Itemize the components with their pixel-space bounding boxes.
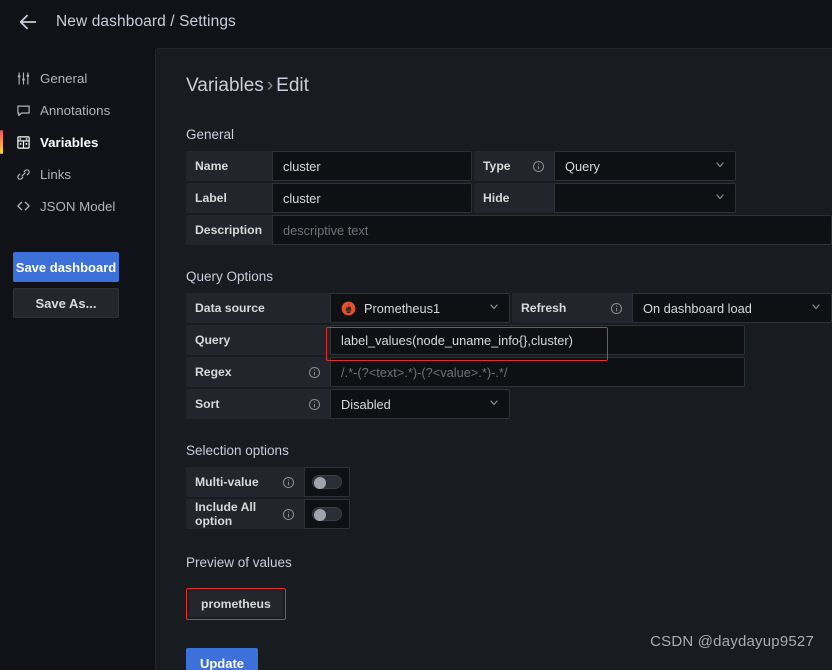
toggle-knob (314, 509, 326, 521)
query-row: Query (186, 325, 832, 355)
sidebar-item-general[interactable]: General (0, 62, 155, 94)
sort-label: Sort (195, 397, 219, 411)
save-buttons-group: Save dashboard Save As... (0, 252, 155, 318)
datasource-value: Prometheus1 (364, 301, 499, 316)
sidebar-item-annotations[interactable]: Annotations (0, 94, 155, 126)
prometheus-icon (341, 301, 356, 316)
update-button[interactable]: Update (186, 648, 258, 670)
chevron-down-icon (714, 191, 726, 206)
sidebar-item-variables[interactable]: Variables (0, 126, 155, 158)
description-input[interactable] (272, 215, 832, 245)
info-icon[interactable] (532, 160, 545, 173)
sliders-icon (16, 71, 31, 86)
toggle-track (312, 507, 342, 521)
link-icon (16, 167, 31, 182)
watermark: CSDN @daydayup9527 (650, 633, 814, 650)
multi-value-label: Multi-value (195, 475, 259, 489)
description-row: Description (186, 215, 832, 245)
chevron-down-icon (488, 397, 500, 412)
chevron-down-icon (488, 301, 500, 316)
info-icon[interactable] (610, 302, 623, 315)
multi-value-toggle[interactable] (304, 467, 350, 497)
comment-icon (16, 103, 31, 118)
toggle-knob (314, 477, 326, 489)
datasource-select[interactable]: Prometheus1 (330, 293, 510, 323)
sort-row: Sort Disabled (186, 389, 832, 419)
sidebar-item-json-model[interactable]: JSON Model (0, 190, 155, 222)
save-as-button[interactable]: Save As... (13, 288, 119, 318)
regex-label-cell: Regex (186, 357, 330, 387)
breadcrumb-root[interactable]: Variables (186, 75, 264, 96)
multi-value-label-cell: Multi-value (186, 467, 304, 497)
sort-select[interactable]: Disabled (330, 389, 510, 419)
name-input[interactable] (272, 151, 472, 181)
type-select[interactable]: Query (554, 151, 736, 181)
dashboard-title: New dashboard / Settings (56, 13, 236, 31)
settings-sidebar: General Annotations (0, 44, 155, 670)
toggle-track (312, 475, 342, 489)
grid-icon (16, 135, 31, 150)
general-section-title: General (186, 127, 832, 142)
info-icon[interactable] (308, 366, 321, 379)
chevron-down-icon (810, 301, 822, 316)
variables-edit-panel: Variables›Edit General Name Type (155, 48, 832, 670)
chevron-down-icon (714, 159, 726, 174)
refresh-select[interactable]: On dashboard load (632, 293, 832, 323)
type-label-cell: Type (474, 151, 554, 181)
grafana-dashboard-settings: New dashboard / Settings General (0, 0, 832, 670)
type-label: Type (483, 159, 511, 173)
hide-select[interactable] (554, 183, 736, 213)
description-label: Description (186, 215, 272, 245)
sidebar-item-label: JSON Model (40, 199, 115, 214)
include-all-label: Include All option (195, 500, 282, 528)
sort-value: Disabled (341, 397, 499, 412)
query-options-section-title: Query Options (186, 269, 832, 284)
preview-section-title: Preview of values (186, 555, 832, 570)
breadcrumb-current: Edit (276, 75, 309, 96)
multi-value-row: Multi-value (186, 467, 832, 497)
label-input[interactable] (272, 183, 472, 213)
regex-input[interactable] (330, 357, 745, 387)
info-icon[interactable] (282, 508, 295, 521)
type-value: Query (565, 159, 725, 174)
name-label: Name (186, 151, 272, 181)
sidebar-item-label: Annotations (40, 103, 110, 118)
hide-label-cell: Hide (474, 183, 554, 213)
regex-label: Regex (195, 365, 232, 379)
selection-options-section-title: Selection options (186, 443, 832, 458)
preview-value-highlight: prometheus (186, 588, 286, 620)
refresh-value: On dashboard load (643, 301, 821, 316)
hide-label: Hide (483, 191, 509, 205)
top-bar: New dashboard / Settings (0, 0, 832, 44)
breadcrumb-separator: › (267, 75, 273, 96)
info-icon[interactable] (282, 476, 295, 489)
sidebar-item-label: Links (40, 167, 71, 182)
info-icon[interactable] (308, 398, 321, 411)
regex-row: Regex (186, 357, 832, 387)
breadcrumb: Variables›Edit (186, 75, 832, 97)
code-icon (16, 199, 31, 214)
preview-value-chip[interactable]: prometheus (189, 591, 283, 617)
label-label: Label (186, 183, 272, 213)
sidebar-item-label: Variables (40, 135, 98, 150)
sidebar-item-links[interactable]: Links (0, 158, 155, 190)
save-dashboard-button[interactable]: Save dashboard (13, 252, 119, 282)
label-row: Label Hide (186, 183, 832, 213)
include-all-label-cell: Include All option (186, 499, 304, 529)
sort-label-cell: Sort (186, 389, 330, 419)
sidebar-item-label: General (40, 71, 87, 86)
include-all-row: Include All option (186, 499, 832, 529)
name-row: Name Type Query (186, 151, 832, 181)
include-all-toggle[interactable] (304, 499, 350, 529)
datasource-row: Data source Prometheus1 (186, 293, 832, 323)
query-input[interactable] (330, 325, 745, 355)
back-arrow-icon[interactable] (14, 8, 42, 36)
refresh-label-cell: Refresh (512, 293, 632, 323)
refresh-label: Refresh (521, 301, 566, 315)
datasource-label: Data source (186, 293, 330, 323)
query-label: Query (186, 325, 330, 355)
